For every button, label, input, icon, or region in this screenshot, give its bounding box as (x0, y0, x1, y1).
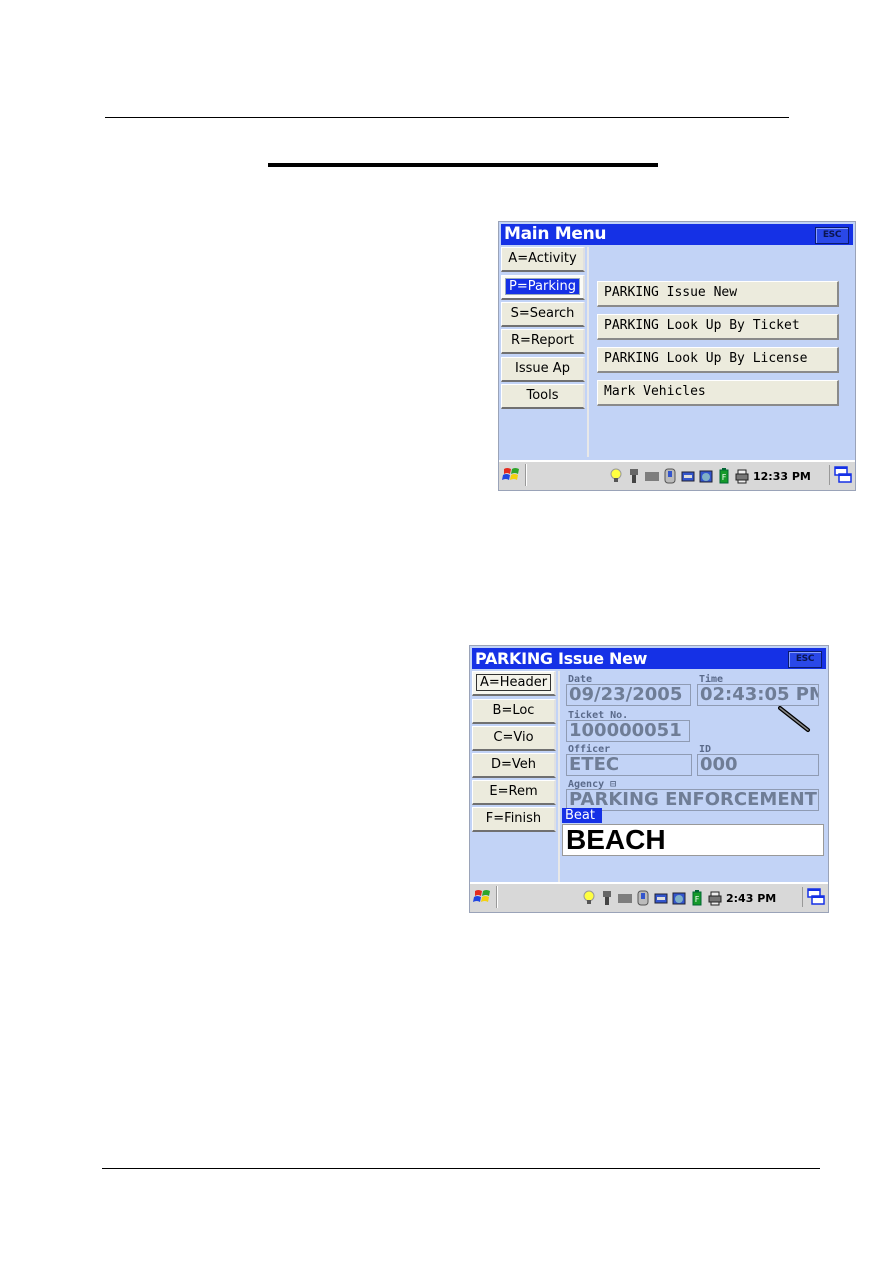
sidebar-item-report[interactable]: R=Report (501, 329, 585, 354)
battery-icon[interactable]: F (717, 468, 731, 484)
sidebar-item-loc[interactable]: B=Loc (472, 699, 556, 724)
device-icon[interactable] (636, 890, 650, 906)
sidebar-item-tools[interactable]: Tools (501, 384, 585, 409)
taskbar: F 12:33 PM (499, 460, 855, 490)
menu-item-mark-vehicles[interactable]: Mark Vehicles (597, 380, 839, 406)
printer-icon[interactable] (735, 468, 749, 484)
sidebar-item-activity[interactable]: A=Activity (501, 247, 585, 272)
window-title: Main Menu (504, 224, 607, 244)
title-bar: Main Menu ESC (501, 224, 853, 245)
stylus-cursor-icon (778, 706, 810, 732)
camera-icon[interactable] (699, 468, 713, 484)
esc-button[interactable]: ESC (815, 227, 849, 244)
lightbulb-icon[interactable] (609, 468, 623, 484)
sidebar-item-finish[interactable]: F=Finish (472, 807, 556, 832)
window-switcher-icon[interactable] (829, 465, 853, 485)
taskbar: F 2:43 PM (470, 882, 828, 912)
keyboard-icon[interactable] (654, 890, 668, 906)
sidebar-item-issue-ap[interactable]: Issue Ap (501, 357, 585, 382)
sidebar: A=Header B=Loc C=Vio D=Veh E=Rem F=Finis… (472, 671, 560, 884)
parking-issue-new-screenshot: PARKING Issue New ESC A=Header B=Loc C=V… (469, 645, 829, 913)
battery-icon[interactable]: F (690, 890, 704, 906)
sidebar-item-rem[interactable]: E=Rem (472, 780, 556, 805)
camera-icon[interactable] (672, 890, 686, 906)
title-bar: PARKING Issue New ESC (472, 648, 826, 669)
ticket-no-field[interactable]: 100000051 (566, 720, 690, 742)
menu-item-lookup-by-ticket[interactable]: PARKING Look Up By Ticket (597, 314, 839, 340)
window-title: PARKING Issue New (475, 649, 648, 668)
menu-item-parking-issue-new[interactable]: PARKING Issue New (597, 281, 839, 307)
sidebar-item-label: F=Finish (485, 811, 542, 826)
sidebar-item-veh[interactable]: D=Veh (472, 753, 556, 778)
sidebar-item-header[interactable]: A=Header (472, 671, 556, 696)
windows-start-icon[interactable] (502, 465, 522, 485)
sidebar-item-label: D=Veh (490, 757, 537, 772)
barcode-icon[interactable] (645, 468, 659, 484)
agency-field[interactable]: PARKING ENFORCEMENT (566, 789, 819, 811)
system-tray: F 12:33 PM (609, 466, 811, 486)
beat-label: Beat (562, 808, 602, 823)
sidebar-item-label: A=Activity (508, 251, 577, 266)
title-underline (268, 163, 658, 167)
device-icon[interactable] (663, 468, 677, 484)
taskbar-separator (496, 886, 497, 908)
sidebar-item-label: Issue Ap (515, 361, 570, 376)
windows-start-icon[interactable] (473, 887, 493, 907)
menu-item-lookup-by-license[interactable]: PARKING Look Up By License (597, 347, 839, 373)
svg-text:F: F (695, 895, 700, 904)
id-field[interactable]: 000 (697, 754, 819, 776)
sidebar-item-search[interactable]: S=Search (501, 302, 585, 327)
sidebar-item-label: P=Parking (505, 278, 580, 295)
scanner-icon[interactable] (600, 890, 614, 906)
window-switcher-icon[interactable] (802, 887, 826, 907)
footer-rule (102, 1168, 820, 1169)
sidebar: A=Activity P=Parking S=Search R=Report I… (501, 247, 589, 457)
taskbar-clock[interactable]: 2:43 PM (726, 892, 776, 905)
sidebar-item-label: S=Search (510, 306, 575, 321)
sidebar-item-label: R=Report (510, 333, 575, 348)
sidebar-item-label: A=Header (475, 674, 552, 691)
barcode-icon[interactable] (618, 890, 632, 906)
esc-button[interactable]: ESC (788, 651, 822, 668)
time-field[interactable]: 02:43:05 PM (697, 684, 819, 706)
keyboard-icon[interactable] (681, 468, 695, 484)
date-field[interactable]: 09/23/2005 (566, 684, 691, 706)
sidebar-item-parking[interactable]: P=Parking (501, 275, 585, 300)
printer-icon[interactable] (708, 890, 722, 906)
main-menu-screenshot: Main Menu ESC A=Activity P=Parking S=Sea… (498, 221, 856, 491)
officer-field[interactable]: ETEC (566, 754, 692, 776)
beat-input[interactable]: BEACH (562, 824, 824, 856)
sidebar-item-label: E=Rem (489, 784, 538, 799)
taskbar-clock[interactable]: 12:33 PM (753, 470, 811, 483)
svg-text:F: F (722, 473, 727, 482)
system-tray: F 2:43 PM (582, 888, 776, 908)
taskbar-separator (525, 464, 526, 486)
sidebar-item-label: Tools (526, 388, 559, 403)
header-rule (105, 117, 789, 118)
lightbulb-icon[interactable] (582, 890, 596, 906)
sidebar-item-vio[interactable]: C=Vio (472, 726, 556, 751)
sidebar-item-label: C=Vio (493, 730, 534, 745)
scanner-icon[interactable] (627, 468, 641, 484)
sidebar-item-label: B=Loc (492, 703, 535, 718)
